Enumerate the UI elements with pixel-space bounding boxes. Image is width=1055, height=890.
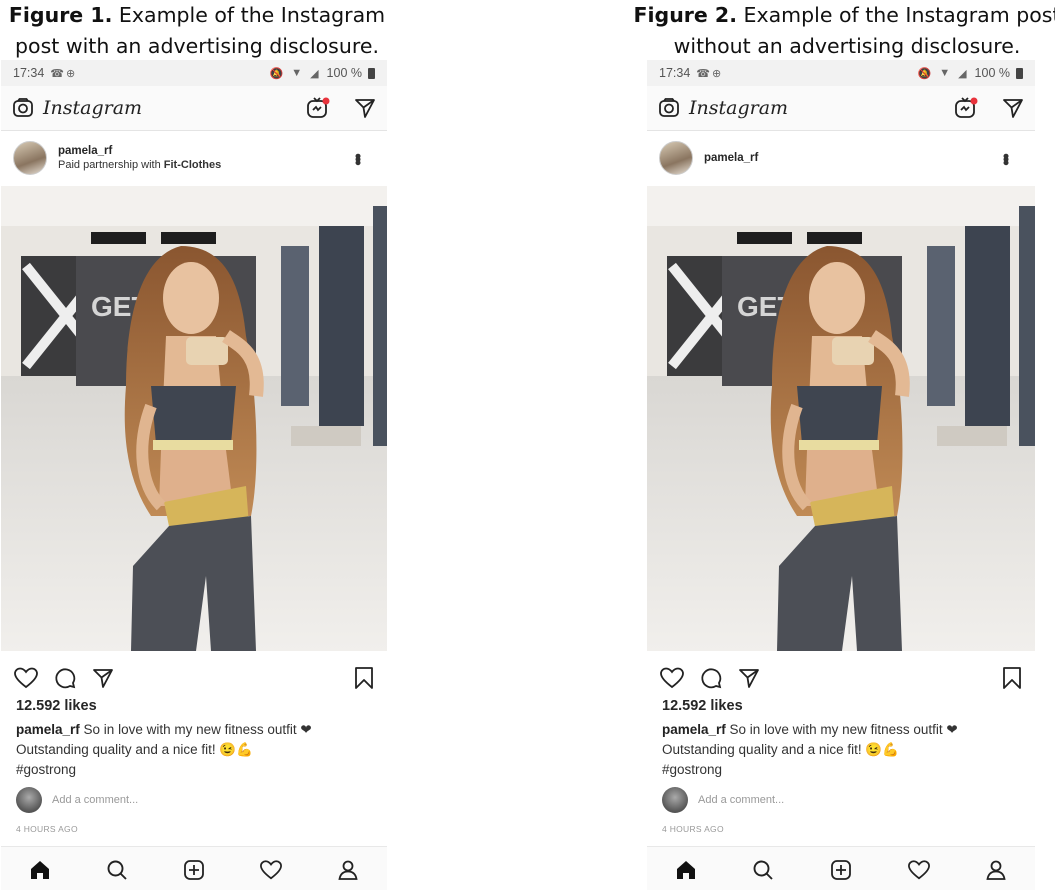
bottom-nav xyxy=(1,846,387,890)
comment-input[interactable]: Add a comment... xyxy=(52,794,138,806)
avatar[interactable] xyxy=(13,141,47,175)
igtv-icon[interactable] xyxy=(953,95,979,121)
post-username[interactable]: pamela_rf xyxy=(704,151,758,165)
more-options-icon[interactable]: ••• xyxy=(996,153,1016,163)
post-actions xyxy=(647,664,1035,692)
share-icon[interactable] xyxy=(737,666,761,690)
caption-line1: So in love with my new fitness outfit ❤ xyxy=(725,722,958,737)
igtv-icon[interactable] xyxy=(305,95,331,121)
comment-row[interactable]: Add a comment... xyxy=(662,787,1020,813)
hashtag[interactable]: #gostrong xyxy=(16,762,76,777)
app-header: Instagram xyxy=(647,86,1035,131)
signal-icon: ◢ xyxy=(958,67,969,80)
caption-line2: Outstanding quality and a nice fit! 😉💪 xyxy=(16,742,253,757)
home-icon[interactable] xyxy=(28,858,52,882)
camera-icon[interactable] xyxy=(657,96,681,120)
figure-caption: Figure 1. Example of the Instagram post … xyxy=(0,0,417,62)
comment-icon[interactable] xyxy=(699,666,723,690)
add-circle-icon: ⊕ xyxy=(65,67,78,80)
caption-username[interactable]: pamela_rf xyxy=(662,722,726,737)
status-time: 17:34 xyxy=(13,66,45,80)
wifi-icon: ▼ xyxy=(939,67,953,79)
figure-caption: Figure 2. Example of the Instagram post … xyxy=(627,0,1055,62)
bookmark-icon[interactable] xyxy=(353,666,375,690)
new-post-icon[interactable] xyxy=(182,858,206,882)
search-icon[interactable] xyxy=(105,858,129,882)
signal-icon: ◢ xyxy=(310,67,321,80)
share-icon[interactable] xyxy=(91,666,115,690)
comment-input[interactable]: Add a comment... xyxy=(698,794,784,806)
like-count[interactable]: 12.592 likes xyxy=(662,698,743,714)
mute-icon: 🔕 xyxy=(917,67,934,80)
direct-message-icon[interactable] xyxy=(353,96,377,120)
status-bar: 17:34 ☎ ⊕ 🔕 ▼ ◢ 100 % xyxy=(647,60,1035,86)
comment-row[interactable]: Add a comment... xyxy=(16,787,372,813)
mute-icon: 🔕 xyxy=(269,67,286,80)
whatsapp-icon: ☎ xyxy=(50,67,66,80)
battery-icon xyxy=(1016,67,1023,79)
phone-screen: 17:34 ☎ ⊕ 🔕 ▼ ◢ 100 % Instagram pamela_r… xyxy=(1,60,387,890)
commenter-avatar xyxy=(16,787,42,813)
activity-icon[interactable] xyxy=(259,859,283,881)
caption-text-line2: post with an advertising disclosure. xyxy=(15,34,379,58)
partner-brand-link[interactable]: Fit-Clothes xyxy=(164,159,221,171)
battery-level: 100 % xyxy=(326,66,362,80)
figure-label: Figure 1. xyxy=(8,3,113,27)
new-post-icon[interactable] xyxy=(829,858,853,882)
post-header: pamela_rf Paid partnership with Fit-Clot… xyxy=(1,132,387,184)
commenter-avatar xyxy=(662,787,688,813)
caption-username[interactable]: pamela_rf xyxy=(16,722,80,737)
phone-screen: 17:34 ☎ ⊕ 🔕 ▼ ◢ 100 % Instagram pamela_r… xyxy=(647,60,1035,890)
wifi-icon: ▼ xyxy=(291,67,305,79)
post-timestamp: 4 HOURS AGO xyxy=(662,824,724,834)
post-caption: pamela_rf So in love with my new fitness… xyxy=(662,720,1022,780)
partnership-prefix: Paid partnership with xyxy=(58,159,164,171)
camera-icon[interactable] xyxy=(11,96,35,120)
paid-partnership-label: Paid partnership with Fit-Clothes xyxy=(58,158,221,172)
figure-label: Figure 2. xyxy=(633,3,737,27)
whatsapp-icon: ☎ xyxy=(696,67,712,80)
post-header: pamela_rf ••• xyxy=(647,132,1035,184)
status-time: 17:34 xyxy=(659,66,691,80)
figure-2: Figure 2. Example of the Instagram post … xyxy=(633,0,1055,890)
hashtag[interactable]: #gostrong xyxy=(662,762,722,777)
heart-icon[interactable] xyxy=(659,666,685,690)
heart-icon[interactable] xyxy=(13,666,39,690)
post-caption: pamela_rf So in love with my new fitness… xyxy=(16,720,376,780)
caption-line1: So in love with my new fitness outfit ❤ xyxy=(79,722,312,737)
profile-icon[interactable] xyxy=(984,858,1008,882)
caption-text-line1: Example of the Instagram post xyxy=(737,3,1055,27)
bottom-nav xyxy=(647,846,1035,890)
post-actions xyxy=(1,664,387,692)
figure-1: Figure 1. Example of the Instagram post … xyxy=(0,0,390,890)
add-circle-icon: ⊕ xyxy=(711,67,724,80)
app-logo: Instagram xyxy=(43,97,143,119)
bookmark-icon[interactable] xyxy=(1001,666,1023,690)
battery-icon xyxy=(368,67,375,79)
like-count[interactable]: 12.592 likes xyxy=(16,698,97,714)
caption-text-line1: Example of the Instagram xyxy=(112,3,386,27)
post-username[interactable]: pamela_rf xyxy=(58,144,221,158)
activity-icon[interactable] xyxy=(907,859,931,881)
home-icon[interactable] xyxy=(674,858,698,882)
profile-icon[interactable] xyxy=(336,858,360,882)
more-options-icon[interactable]: ••• xyxy=(348,153,368,163)
comment-icon[interactable] xyxy=(53,666,77,690)
app-header: Instagram xyxy=(1,86,387,131)
search-icon[interactable] xyxy=(751,858,775,882)
status-bar: 17:34 ☎ ⊕ 🔕 ▼ ◢ 100 % xyxy=(1,60,387,86)
avatar[interactable] xyxy=(659,141,693,175)
caption-line2: Outstanding quality and a nice fit! 😉💪 xyxy=(662,742,899,757)
caption-text-line2: without an advertising disclosure. xyxy=(673,34,1021,58)
app-logo: Instagram xyxy=(689,97,789,119)
post-image[interactable]: GET xyxy=(1,186,387,651)
direct-message-icon[interactable] xyxy=(1001,96,1025,120)
post-timestamp: 4 HOURS AGO xyxy=(16,824,78,834)
battery-level: 100 % xyxy=(974,66,1010,80)
post-image[interactable]: GET xyxy=(647,186,1035,651)
